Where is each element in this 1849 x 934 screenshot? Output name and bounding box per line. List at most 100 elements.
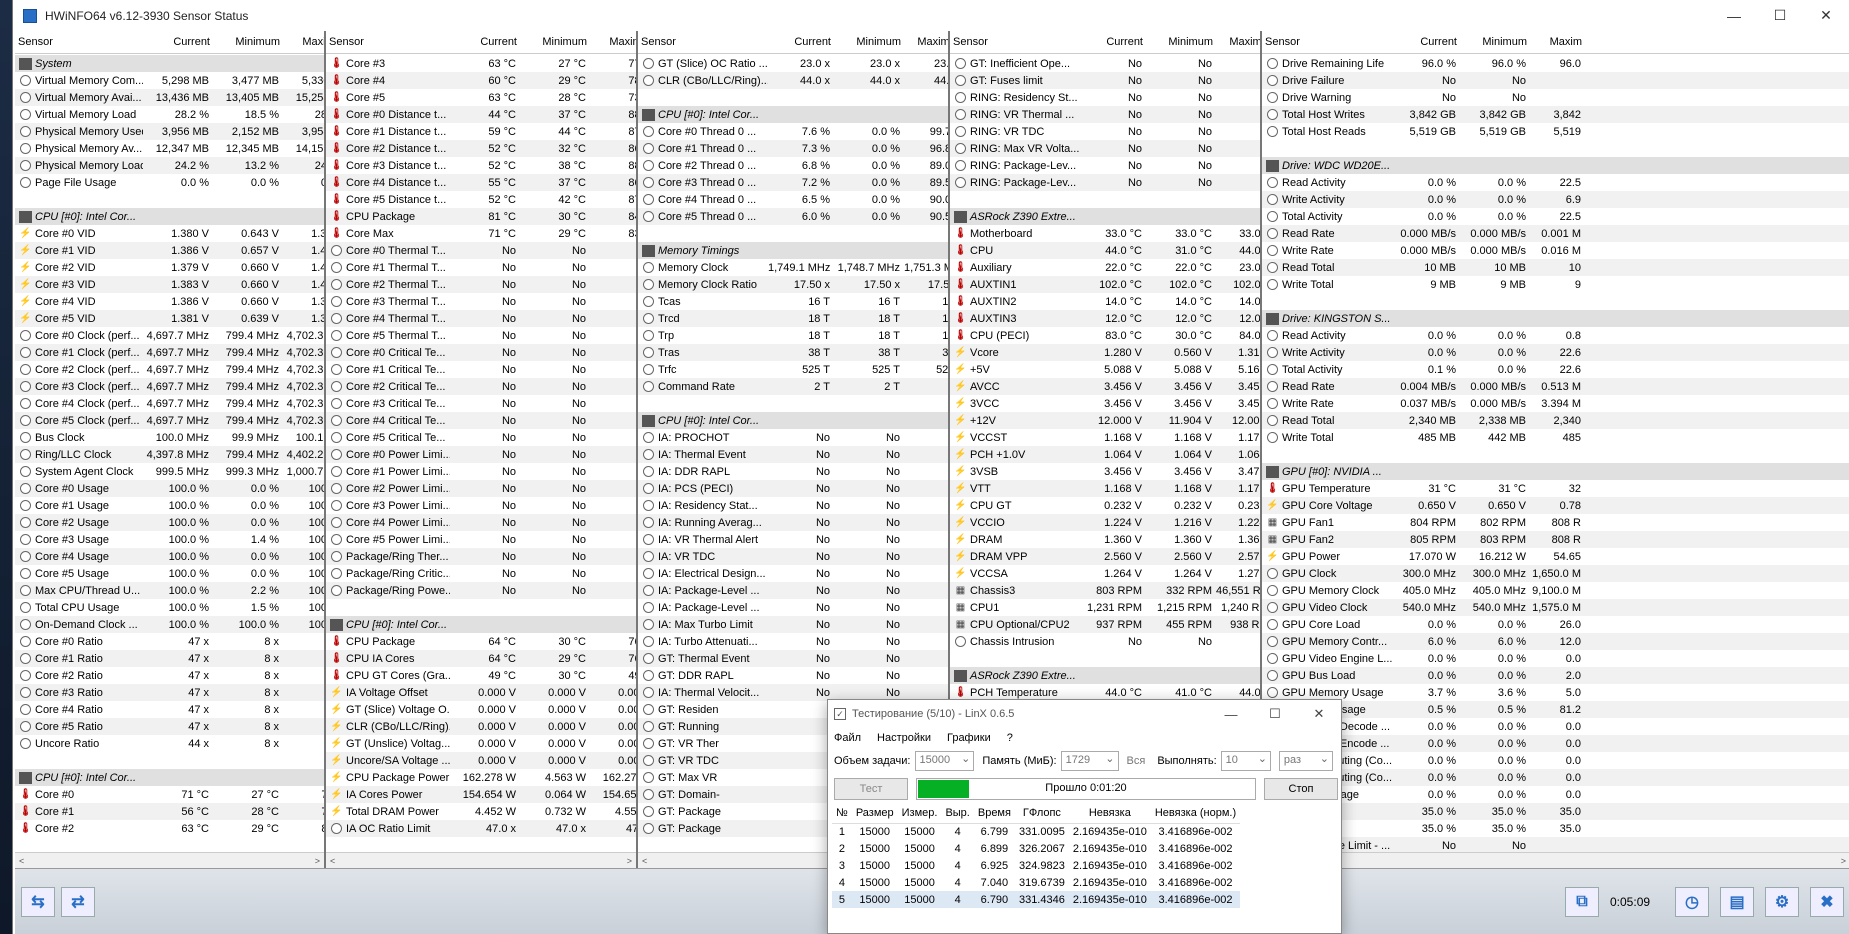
sensor-row[interactable]: ▦ CPU1 1,231 RPM 1,215 RPM 1,240 RPM: [950, 599, 1260, 616]
col-sensor-header[interactable]: Sensor: [638, 36, 768, 48]
sensor-group-header[interactable]: CPU [#0]: Intel Cor...: [15, 769, 324, 786]
sensor-row[interactable]: 🌡Core #1 Distance t... 59 °C 44 °C 87 °C: [326, 123, 636, 140]
results-row[interactable]: 4 15000 15000 4 7.040 319.6739 2.169435e-010 3.…: [832, 874, 1240, 891]
sensor-row[interactable]: ⚡Vcore 1.280 V 0.560 V 1.312 V: [950, 344, 1260, 361]
sensor-row[interactable]: GT: Thermal Event No No No: [638, 650, 948, 667]
sensor-row[interactable]: Core #3 Thread 0 ... 7.2 % 0.0 % 89.5 %: [638, 174, 948, 191]
sensor-row[interactable]: ⚡Core #1 VID 1.386 V 0.657 V 1.416 V: [15, 242, 324, 259]
sensor-row[interactable]: 🌡Core #5 Distance t... 52 °C 42 °C 87 °C: [326, 191, 636, 208]
results-row[interactable]: 5 15000 15000 4 6.790 331.4346 2.169435e-010 3.…: [832, 891, 1241, 908]
sensor-row[interactable]: ⚡3VSB 3.456 V 3.456 V 3.472 V: [950, 463, 1260, 480]
sensor-row[interactable]: GPU Computing (Co...0.0 %0.0 %0.0: [1262, 752, 1849, 769]
sensor-row[interactable]: ⚡Core #0 VID 1.380 V 0.643 V 1.397 V: [15, 225, 324, 242]
sensor-row[interactable]: Core #5 Ratio 47 x 8 x 47 x: [15, 718, 324, 735]
col-residual[interactable]: Невязка: [1068, 804, 1151, 824]
sensor-row[interactable]: Core #4 Ratio 47 x 8 x 47 x: [15, 701, 324, 718]
sensor-row[interactable]: 🌡CPU Package 64 °C 30 °C 76 °C: [326, 633, 636, 650]
sensor-row[interactable]: Read Rate 0.000 MB/s 0.000 MB/s 0.001 M: [1262, 225, 1849, 242]
sensor-row[interactable]: ▦ Chassis3 803 RPM 332 RPM 46,551 RPM: [950, 582, 1260, 599]
col-minimum-header[interactable]: Minimum: [520, 36, 590, 48]
sensor-row[interactable]: IA OC Ratio Limit 47.0 x 47.0 x 47.0 x: [326, 820, 636, 837]
sensor-row[interactable]: Core #5 Power Limi... No No No: [326, 531, 636, 548]
col-minimum-header[interactable]: Minimum: [1146, 36, 1216, 48]
sensor-row[interactable]: GT: Fuses limit No No No: [950, 72, 1260, 89]
sensor-row[interactable]: Memory Clock 1,749.1 MHz 1,748.7 MHz 1,751.…: [638, 259, 948, 276]
close-window-button[interactable]: ✕: [1803, 0, 1849, 31]
sensor-row[interactable]: 🌡 GPU Temperature 31 °C 31 °C 32: [1262, 480, 1849, 497]
sensor-row[interactable]: GPU Memory Contr... 6.0 % 6.0 % 12.0: [1262, 633, 1849, 650]
sensor-row[interactable]: ⚡DRAM VPP 2.560 V 2.560 V 2.576 V: [950, 548, 1260, 565]
sensor-row[interactable]: Core #1 Clock (perf... 4,697.7 MHz 799.4 M…: [15, 344, 324, 361]
sensor-row[interactable]: ▦ GPU Fan1 804 RPM 802 RPM 808 R: [1262, 514, 1849, 531]
sensor-row[interactable]: Core #4 Clock (perf... 4,697.7 MHz 799.4 M…: [15, 395, 324, 412]
sensor-row[interactable]: 🌡Core #1 56 °C 28 °C 71 °C: [15, 803, 324, 820]
linx-maximize-button[interactable]: ☐: [1253, 706, 1297, 722]
menu-file[interactable]: Файл: [834, 732, 861, 744]
sensor-row[interactable]: ⚡AVCC 3.456 V 3.456 V 3.456 V: [950, 378, 1260, 395]
col-current-header[interactable]: Current: [450, 36, 520, 48]
col-residual-norm[interactable]: Невязка (норм.): [1150, 804, 1241, 824]
sensor-row[interactable]: Chassis Intrusion No No No: [950, 633, 1260, 650]
sensor-row[interactable]: ⚡+12V 12.000 V 11.904 V 12.000 V: [950, 412, 1260, 429]
sensor-row[interactable]: 🌡CPU IA Cores 64 °C 29 °C 76 °C: [326, 650, 636, 667]
sensor-row[interactable]: 🌡Core #3 Distance t... 52 °C 38 °C 88 °C: [326, 157, 636, 174]
sensor-row[interactable]: Package/Ring Ther... No No No: [326, 548, 636, 565]
col-maximum-header[interactable]: Maximum: [283, 36, 324, 48]
sensor-row[interactable]: Core #2 Thread 0 ... 6.8 % 0.0 % 89.0 %: [638, 157, 948, 174]
sensor-row[interactable]: GPU Fan135.0 %35.0 %35.0: [1262, 803, 1849, 820]
sensor-row[interactable]: ⚡VCCSA 1.264 V 1.264 V 1.272 V: [950, 565, 1260, 582]
sensor-row[interactable]: ⚡CPU GT 0.232 V 0.232 V 0.232 V: [950, 497, 1260, 514]
sensor-row[interactable]: Core #2 Usage 100.0 % 0.0 % 100.0 %: [15, 514, 324, 531]
sensor-row[interactable]: ⚡VCCIO 1.224 V 1.216 V 1.224 V: [950, 514, 1260, 531]
sensor-group-header[interactable]: CPU [#0]: Intel Cor...: [638, 412, 948, 429]
sensor-row[interactable]: Physical Memory Av... 12,347 MB 12,345 MB 1…: [15, 140, 324, 157]
sensor-row[interactable]: GPU Computing (Co...0.0 %0.0 %0.0: [1262, 769, 1849, 786]
col-maximum-header[interactable]: Maxim: [1530, 36, 1585, 48]
sensor-row[interactable]: Write Rate 0.037 MB/s 0.000 MB/s 3.394 M: [1262, 395, 1849, 412]
memory-select[interactable]: 1729: [1060, 751, 1119, 771]
sensor-row[interactable]: Physical Memory Used 3,956 MB 2,152 MB 3,95…: [15, 123, 324, 140]
col-sensor-header[interactable]: Sensor: [1262, 36, 1394, 48]
sensor-row[interactable]: RING: Package-Lev... No No No: [950, 157, 1260, 174]
sensor-row[interactable]: Virtual Memory Avai... 13,436 MB 13,405 MB…: [15, 89, 324, 106]
col-dim[interactable]: Измер.: [897, 804, 942, 824]
sensor-row[interactable]: 🌡Core #3 63 °C 27 °C 77 °C: [326, 55, 636, 72]
sensor-row[interactable]: ⚡ GPU Power 17.070 W 16.212 W 54.65: [1262, 548, 1849, 565]
results-row[interactable]: 2 15000 15000 4 6.899 326.2067 2.169435e-010 3.…: [832, 840, 1240, 857]
col-time[interactable]: Время: [973, 804, 1015, 824]
sensor-row[interactable]: Core #4 Usage 100.0 % 0.0 % 100.0 %: [15, 548, 324, 565]
sensor-row[interactable]: Read Total 10 MB 10 MB 10: [1262, 259, 1849, 276]
sensor-row[interactable]: Uncore Ratio 44 x 8 x 44 x: [15, 735, 324, 752]
sensor-row[interactable]: 🌡Core #4 Distance t... 55 °C 37 °C 86 °C: [326, 174, 636, 191]
sensor-row[interactable]: Write Total 9 MB 9 MB 9: [1262, 276, 1849, 293]
sensor-row[interactable]: Drive Failure No No: [1262, 72, 1849, 89]
sensor-row[interactable]: Core #4 Power Limi... No No No: [326, 514, 636, 531]
col-minimum-header[interactable]: Minimum: [1460, 36, 1530, 48]
sensor-row[interactable]: IA: Package-Level ... No No No: [638, 599, 948, 616]
sensor-row[interactable]: Physical Memory Load 24.2 % 13.2 % 24.2 %: [15, 157, 324, 174]
sensor-row[interactable]: Package/Ring Critic... No No No: [326, 565, 636, 582]
sensor-row[interactable]: Read Total 2,340 MB 2,338 MB 2,340: [1262, 412, 1849, 429]
sensor-row[interactable]: IA: Turbo Attenuati... No No No: [638, 633, 948, 650]
scroll-right-icon[interactable]: >: [1841, 856, 1846, 866]
sensor-row[interactable]: Memory Clock Ratio 17.50 x 17.50 x 17.50 x: [638, 276, 948, 293]
menu-settings[interactable]: Настройки: [877, 732, 931, 744]
sensor-row[interactable]: 🌡Core #4 60 °C 29 °C 78 °C: [326, 72, 636, 89]
sensor-row[interactable]: Core #2 Thermal T... No No No: [326, 276, 636, 293]
sensor-row[interactable]: ⚡Core #5 VID 1.381 V 0.639 V 1.399 V: [15, 310, 324, 327]
sensor-row[interactable]: 🌡Auxiliary 22.0 °C 22.0 °C 23.0 °C: [950, 259, 1260, 276]
scroll-left-icon[interactable]: <: [330, 856, 335, 866]
sensor-row[interactable]: Virtual Memory Com... 5,298 MB 3,477 MB 5,3…: [15, 72, 324, 89]
sensor-row[interactable]: 🌡Core #5 63 °C 28 °C 73 °C: [326, 89, 636, 106]
sensor-row[interactable]: GPU D3D Usage0.5 %0.5 %81.2: [1262, 701, 1849, 718]
sensor-row[interactable]: 🌡CPU GT Cores (Gra... 49 °C 30 °C 49 °C: [326, 667, 636, 684]
sensor-row[interactable]: ⚡IA Voltage Offset 0.000 V 0.000 V 0.000 V: [326, 684, 636, 701]
sensor-row[interactable]: CLR (CBo/LLC/Ring)... 44.0 x 44.0 x 44.0 x: [638, 72, 948, 89]
sensor-row[interactable]: Tras 38 T 38 T 38 T: [638, 344, 948, 361]
sensor-row[interactable]: Read Activity 0.0 % 0.0 % 22.5: [1262, 174, 1849, 191]
sensor-row[interactable]: IA: VR TDC No No No: [638, 548, 948, 565]
sensor-row[interactable]: Core #3 Power Limi... No No No: [326, 497, 636, 514]
horizontal-scrollbar[interactable]: <>: [326, 852, 636, 868]
horizontal-scrollbar[interactable]: <>: [15, 852, 324, 868]
col-current-header[interactable]: Current: [1080, 36, 1146, 48]
